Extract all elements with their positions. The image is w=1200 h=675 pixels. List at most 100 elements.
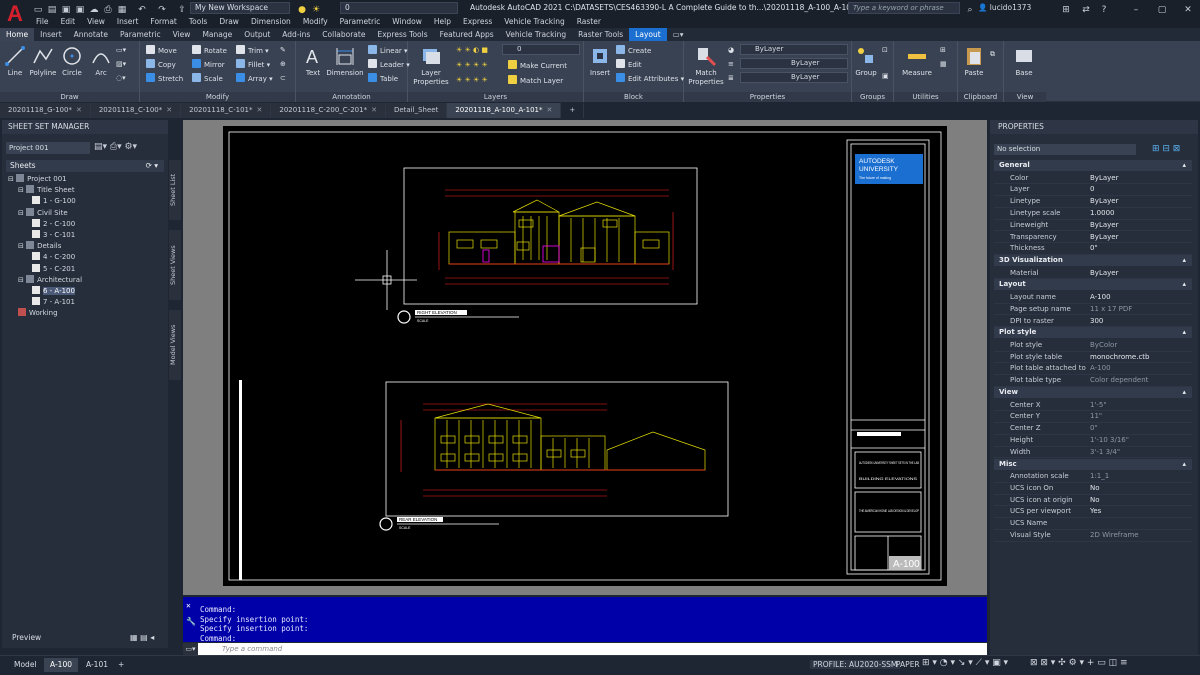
redo-icon[interactable]: ↷	[156, 4, 168, 16]
arc-button[interactable]: Arc	[90, 45, 112, 78]
tab-a-100[interactable]: A-100	[44, 658, 78, 672]
property-value[interactable]: Color dependent	[1090, 375, 1148, 387]
property-row[interactable]: Plot style ByColor	[994, 340, 1192, 352]
tab-a-101[interactable]: A-101	[80, 658, 114, 672]
line-button[interactable]: Line	[4, 45, 26, 78]
property-row[interactable]: UCS icon On No	[994, 483, 1192, 495]
user-account[interactable]: 👤 lucido1373	[978, 3, 1031, 12]
doc-tab-c100[interactable]: 20201118_C-100* ✕	[90, 103, 182, 118]
mirror-button[interactable]: Mirror	[192, 59, 225, 70]
new-icon[interactable]: ▭	[32, 4, 44, 16]
workspace-combo[interactable]: My New Workspace	[190, 2, 290, 14]
tab-model[interactable]: Model	[8, 658, 43, 672]
collapse-icon[interactable]: ▴	[1182, 160, 1186, 171]
properties-section-view[interactable]: View ▴	[994, 387, 1192, 398]
property-value[interactable]: 11 x 17 PDF	[1090, 304, 1132, 316]
copy-button[interactable]: Copy	[146, 59, 176, 70]
property-value[interactable]: 11"	[1090, 411, 1102, 423]
autocad-logo-icon[interactable]: A	[4, 2, 26, 26]
property-row[interactable]: Linetype ByLayer	[994, 196, 1192, 208]
rotate-button[interactable]: Rotate	[192, 45, 227, 56]
command-icon[interactable]: ▭▾	[183, 643, 198, 655]
property-row[interactable]: Material ByLayer	[994, 268, 1192, 280]
lineweight-combo[interactable]: ByLayer	[740, 72, 848, 83]
tab-raster-tools[interactable]: Raster Tools	[572, 28, 629, 41]
tree-node[interactable]: 5 - C-201	[8, 263, 168, 275]
insert-button[interactable]: Insert	[586, 45, 614, 78]
edit-attributes-button[interactable]: Edit Attributes ▾	[616, 73, 684, 84]
tree-node[interactable]: ⊟ Architectural	[8, 274, 168, 286]
property-value[interactable]: Yes	[1090, 506, 1101, 518]
tree-node-selected[interactable]: 6 - A-100	[8, 285, 168, 297]
tab-add-ins[interactable]: Add-ins	[276, 28, 316, 41]
move-button[interactable]: Move	[146, 45, 177, 56]
property-value[interactable]: 0	[1090, 184, 1094, 196]
array-button[interactable]: Array ▾	[236, 73, 273, 84]
menu-file[interactable]: File	[30, 16, 55, 28]
tree-node[interactable]: Working	[8, 308, 168, 319]
layer-freeze-icon[interactable]: ☀	[310, 4, 322, 16]
menu-view[interactable]: View	[81, 16, 111, 28]
explode-icon[interactable]: ⊕	[280, 59, 286, 69]
save-icon[interactable]: ▣	[60, 4, 72, 16]
tab-sheet-views[interactable]: Sheet Views	[169, 230, 181, 300]
quick-select-icons[interactable]: ⊞ ⊟ ⊠	[1152, 144, 1180, 154]
property-row[interactable]: Center Y 11"	[994, 411, 1192, 424]
ungroup-icon[interactable]: ⊡	[882, 45, 888, 55]
collapse-icon[interactable]: ▴	[1182, 255, 1186, 266]
tab-annotate[interactable]: Annotate	[68, 28, 114, 41]
property-row[interactable]: DPI to raster 300	[994, 316, 1192, 328]
property-value[interactable]: ByLayer	[1090, 220, 1118, 232]
tab-sheet-list[interactable]: Sheet List	[169, 160, 181, 220]
property-row[interactable]: UCS per viewport Yes	[994, 506, 1192, 519]
close-tab-icon[interactable]: ✕	[546, 106, 552, 114]
measure-button[interactable]: Measure	[898, 45, 936, 78]
menu-modify[interactable]: Modify	[297, 16, 334, 28]
menu-window[interactable]: Window	[386, 16, 428, 28]
property-row[interactable]: Width 3'-1 3/4"	[994, 447, 1192, 459]
tab-vehicle-tracking[interactable]: Vehicle Tracking	[500, 28, 572, 41]
property-value[interactable]: ByLayer	[1090, 232, 1118, 244]
tree-node[interactable]: ⊟ Title Sheet	[8, 185, 168, 196]
property-value[interactable]: 2D Wireframe	[1090, 530, 1139, 542]
property-row[interactable]: UCS icon at origin No	[994, 495, 1192, 507]
tree-node[interactable]: ⊟ Details	[8, 241, 168, 252]
create-block-button[interactable]: Create	[616, 45, 651, 56]
menu-help[interactable]: Help	[428, 16, 457, 28]
edit-block-button[interactable]: Edit	[616, 59, 642, 70]
property-value[interactable]: 0"	[1090, 423, 1098, 435]
cart-icon[interactable]: ⊞	[1060, 4, 1072, 16]
property-value[interactable]: ByLayer	[1090, 173, 1118, 185]
property-row[interactable]: Thickness 0"	[994, 243, 1192, 256]
close-tab-icon[interactable]: ✕	[76, 106, 82, 114]
menu-dimension[interactable]: Dimension	[245, 16, 297, 28]
menu-raster[interactable]: Raster	[571, 16, 607, 28]
property-row[interactable]: UCS Name	[994, 518, 1192, 530]
close-tab-icon[interactable]: ✕	[166, 106, 172, 114]
property-row[interactable]: Center Z 0"	[994, 423, 1192, 435]
property-row[interactable]: Lineweight ByLayer	[994, 220, 1192, 232]
tab-insert[interactable]: Insert	[34, 28, 68, 41]
tree-node[interactable]: ⊟ Project 001	[8, 174, 168, 185]
circle-button[interactable]: Circle	[60, 45, 84, 78]
property-value[interactable]: 1'-5"	[1090, 400, 1107, 412]
customize-icon[interactable]: 🔧	[186, 617, 196, 627]
tree-node[interactable]: ⊟ Civil Site	[8, 207, 168, 219]
properties-section-plot-style[interactable]: Plot style ▴	[994, 327, 1192, 339]
collapse-icon[interactable]: ▴	[1182, 387, 1186, 398]
property-row[interactable]: Visual Style 2D Wireframe	[994, 530, 1192, 542]
offset-icon[interactable]: ⊂	[280, 73, 286, 83]
collapse-icon[interactable]: ▴	[1182, 459, 1186, 470]
menu-tools[interactable]: Tools	[183, 16, 213, 28]
polyline-button[interactable]: Polyline	[28, 45, 58, 78]
property-value[interactable]: No	[1090, 495, 1100, 507]
share-icon[interactable]: ⇪	[176, 4, 188, 16]
property-row[interactable]: Layout name A-100	[994, 292, 1192, 304]
tab-layout[interactable]: Layout	[629, 28, 667, 41]
add-layout-icon[interactable]: +	[112, 658, 130, 672]
doc-tab-g100[interactable]: 20201118_G-100* ✕	[0, 103, 91, 118]
close-tab-icon[interactable]: ✕	[257, 106, 263, 114]
erase-icon[interactable]: ✎	[280, 45, 286, 55]
project-combo[interactable]: Project 001	[6, 142, 90, 154]
quick-layer-combo[interactable]: 0	[340, 2, 458, 14]
